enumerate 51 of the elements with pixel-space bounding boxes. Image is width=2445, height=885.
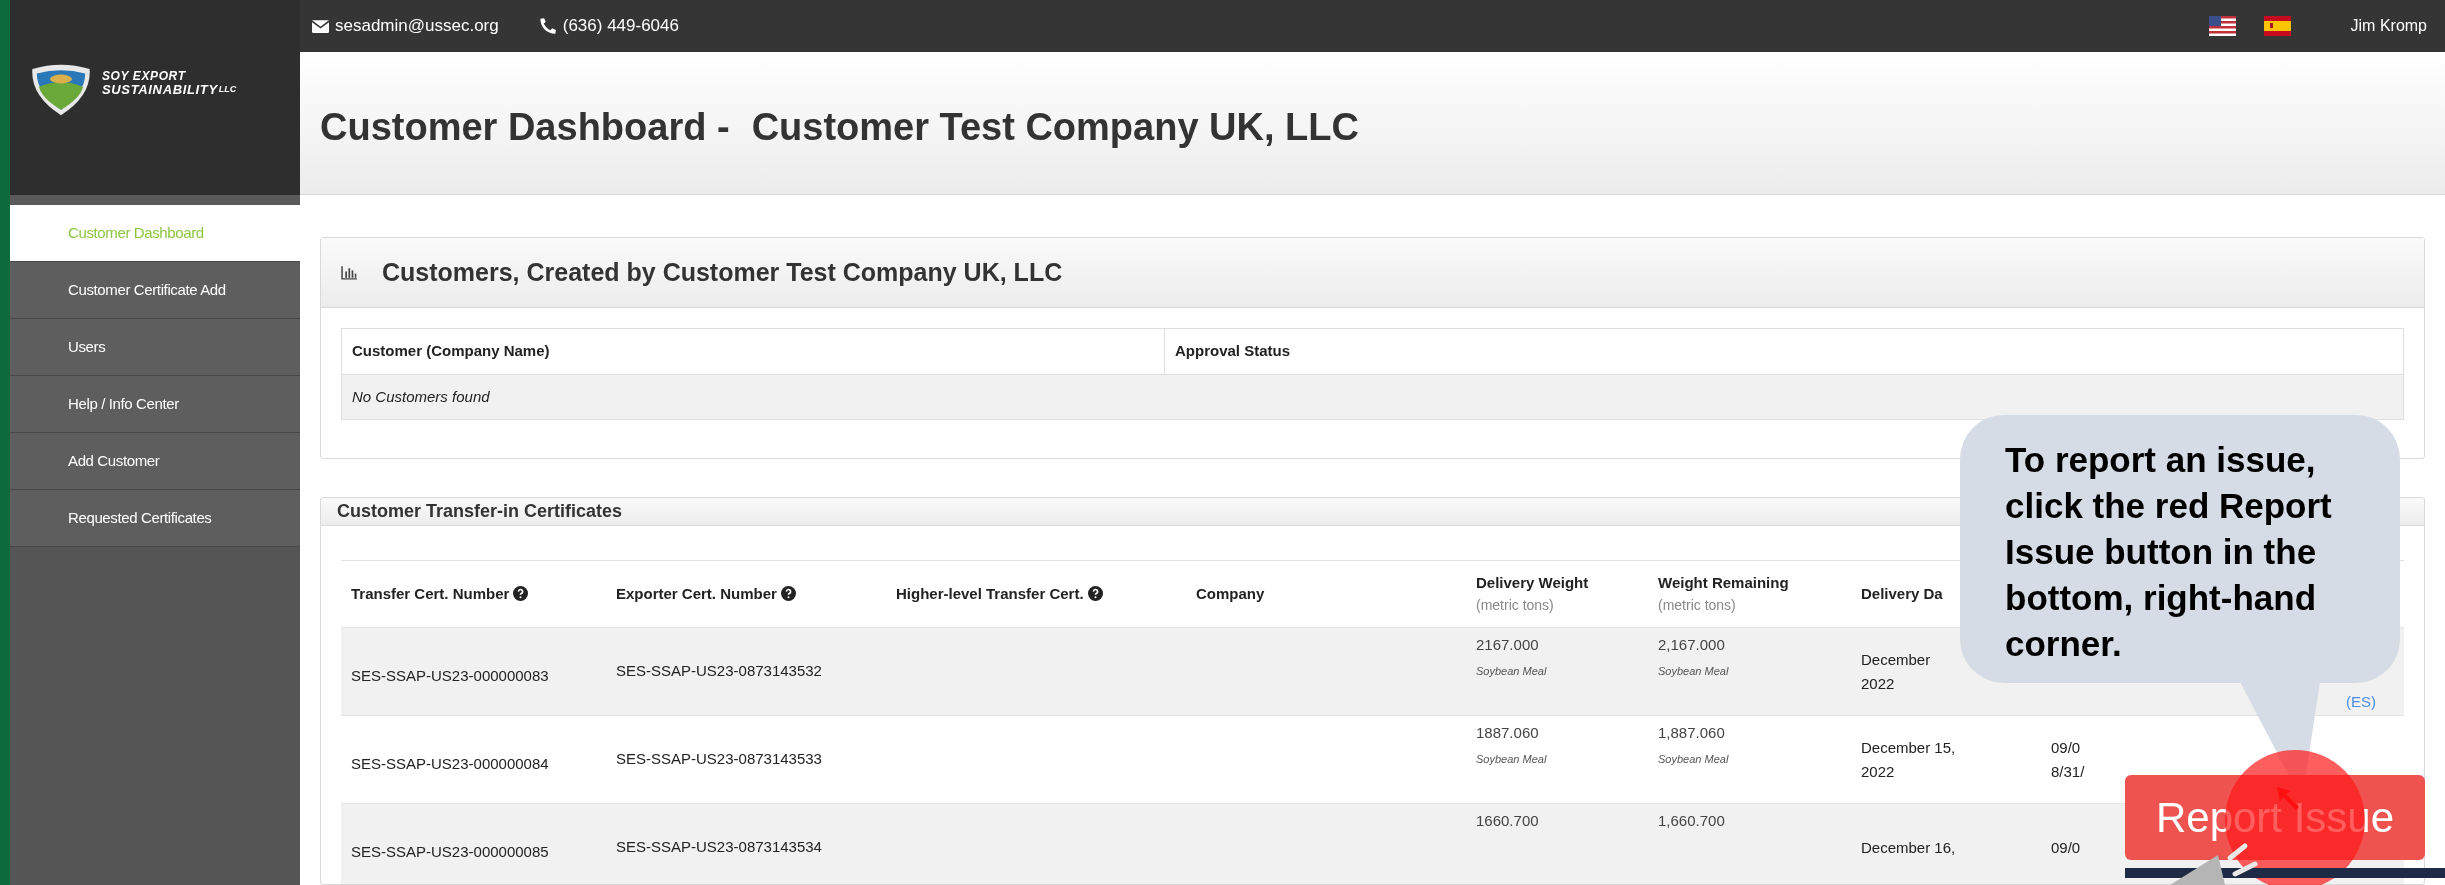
date-text: 09/0 xyxy=(2051,737,2081,758)
sidebar-item[interactable]: Help / Info Center xyxy=(10,376,300,433)
weight-value: 1,887.060 xyxy=(1658,723,1726,743)
sidebar-item[interactable]: Requested Certificates xyxy=(10,490,300,547)
column-header: Customer (Company Name) xyxy=(351,341,551,362)
page-title: Customer Dashboard - xyxy=(320,104,730,150)
table-cell-text: SES-SSAP-US23-0873143532 xyxy=(615,661,823,682)
weight-value: 1887.060 xyxy=(1476,723,1540,743)
table-cell-text: SES-SSAP-US23-0873143533 xyxy=(615,749,823,770)
column-header: Exporter Cert. Number xyxy=(616,582,886,606)
table-cell-text: SES-SSAP-US23-000000085 xyxy=(350,842,550,863)
weight-value: 1660.700 xyxy=(1476,811,1540,831)
column-header: Approval Status xyxy=(1164,329,2403,374)
table-cell-text: SES-SSAP-US23-0873143534 xyxy=(615,837,823,858)
date-text: December xyxy=(1861,649,1932,670)
weight-value: 1,660.700 xyxy=(1658,811,1726,831)
page-title-company: Customer Test Company UK, LLC xyxy=(751,104,1359,150)
callout-bubble: To report an issue, click the red Report Issue button in the bottom, right-hand corner. xyxy=(1960,415,2400,683)
empty-message: No Customers found xyxy=(352,386,490,407)
column-unit: (metric tons) xyxy=(1658,595,1737,615)
column-header: Transfer Cert. Number xyxy=(351,582,606,606)
date-text: 2022 xyxy=(1861,673,1896,694)
weight-value: 2167.000 xyxy=(1476,635,1540,655)
date-text: 8/31/ xyxy=(2051,761,2085,782)
sidebar-item[interactable]: Users xyxy=(10,319,300,376)
sidebar-item[interactable]: Customer Certificate Add xyxy=(10,262,300,319)
date-text: 09/0 xyxy=(2051,837,2081,858)
column-header: Company xyxy=(1196,583,1266,604)
sidebar-item[interactable]: Add Customer xyxy=(10,433,300,490)
panel-title: Customer Transfer-in Certificates xyxy=(337,500,623,523)
date-text: 2022 xyxy=(1861,761,1896,782)
column-header: Weight Remaining xyxy=(1658,573,1790,594)
column-unit: (metric tons) xyxy=(1476,595,1555,615)
product-label: Soybean Meal xyxy=(1476,751,1548,767)
email-link[interactable]: sesadmin@ussec.org xyxy=(335,13,499,39)
date-text: December 16, xyxy=(1861,837,1957,858)
product-label: Soybean Meal xyxy=(1658,663,1730,679)
logo-suffix: LLC xyxy=(218,83,237,96)
weight-value: 2,167.000 xyxy=(1658,635,1726,655)
table-cell-text: SES-SSAP-US23-000000084 xyxy=(350,754,550,775)
logo-text: SUSTAINABILITY xyxy=(102,83,218,96)
date-text: December 15, xyxy=(1861,737,1957,758)
column-header: Higher-level Transfer Cert. xyxy=(896,582,1186,606)
logo-text: SOY EXPORT xyxy=(102,70,187,83)
panel-title: Customers, Created by Customer Test Company UK, LLC xyxy=(382,256,1063,288)
product-label: Soybean Meal xyxy=(1658,751,1730,767)
column-header: Delivery Weight xyxy=(1476,573,1590,594)
user-name[interactable]: Jim Kromp xyxy=(2350,14,2427,38)
table-cell-text: SES-SSAP-US23-000000083 xyxy=(350,666,550,687)
phone-number: (636) 449-6046 xyxy=(562,15,679,38)
product-label: Soybean Meal xyxy=(1476,663,1548,679)
